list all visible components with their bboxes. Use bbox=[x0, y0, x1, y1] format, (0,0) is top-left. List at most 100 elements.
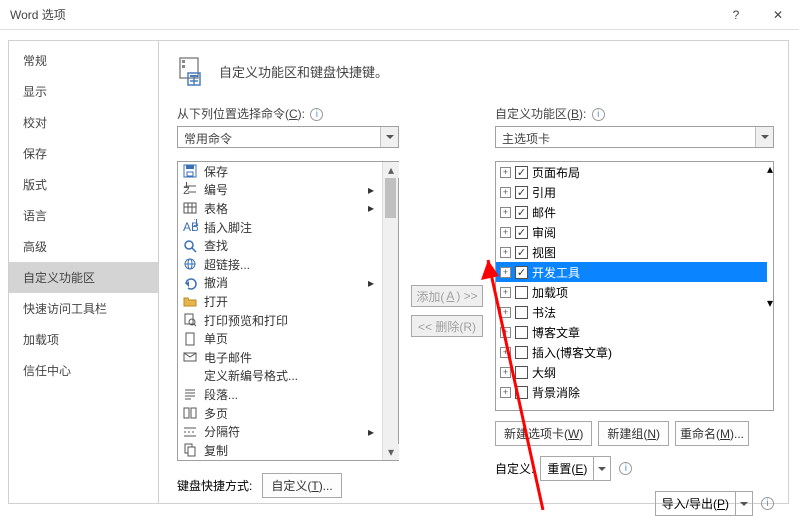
command-item[interactable]: 保存 bbox=[178, 162, 382, 181]
scroll-down-icon[interactable]: ▾ bbox=[383, 444, 399, 460]
import-export-button[interactable]: 导入/导出(P) bbox=[655, 491, 753, 516]
checkbox[interactable]: ✓ bbox=[515, 206, 528, 219]
expand-icon[interactable]: + bbox=[500, 367, 511, 378]
tree-item[interactable]: + ✓ 邮件 bbox=[496, 202, 767, 222]
keyboard-shortcuts-row: 键盘快捷方式: 自定义(T)... bbox=[177, 473, 399, 498]
tree-item[interactable]: +博客文章 bbox=[496, 322, 767, 342]
expand-icon[interactable]: + bbox=[500, 287, 511, 298]
tree-item-label: 邮件 bbox=[532, 204, 763, 221]
checkbox[interactable] bbox=[515, 366, 528, 379]
expand-icon[interactable]: + bbox=[500, 247, 511, 258]
help-icon[interactable]: i bbox=[310, 108, 323, 121]
expand-icon[interactable]: + bbox=[500, 167, 511, 178]
checkbox[interactable] bbox=[515, 306, 528, 319]
ribbon-tree[interactable]: +✓页面布局+✓引用+✓邮件+✓审阅+✓视图+✓开发工具+加载项+书法+博客文章… bbox=[495, 161, 774, 411]
checkbox[interactable]: ✓ bbox=[515, 226, 528, 239]
customize-shortcuts-button[interactable]: 自定义(T)... bbox=[262, 473, 341, 498]
scroll-up-icon[interactable]: ▴ bbox=[383, 162, 399, 178]
expand-icon[interactable]: + bbox=[500, 187, 511, 198]
command-item[interactable]: 电子邮件 bbox=[178, 348, 382, 367]
sidebar-item-layout[interactable]: 版式 bbox=[9, 169, 158, 200]
expand-icon[interactable]: + bbox=[500, 207, 511, 218]
tree-item[interactable]: +✓开发工具 bbox=[496, 262, 767, 282]
expand-icon[interactable]: + bbox=[500, 327, 511, 338]
sidebar-item-customize-ribbon[interactable]: 自定义功能区 bbox=[9, 262, 158, 293]
scroll-thumb[interactable] bbox=[385, 178, 396, 218]
expand-icon[interactable]: + bbox=[500, 347, 511, 358]
submenu-indicator-icon: ▸ bbox=[364, 425, 378, 439]
command-item[interactable]: 表格▸ bbox=[178, 199, 382, 218]
expand-icon[interactable]: + bbox=[500, 387, 511, 398]
help-icon[interactable]: i bbox=[592, 108, 605, 121]
tree-item[interactable]: +背景消除 bbox=[496, 382, 767, 402]
tree-items: +✓页面布局+✓引用+✓邮件+✓审阅+✓视图+✓开发工具+加载项+书法+博客文章… bbox=[496, 162, 767, 410]
sidebar-item-quick-access[interactable]: 快速访问工具栏 bbox=[9, 293, 158, 324]
checkbox[interactable] bbox=[515, 326, 528, 339]
customize-ribbon-combo[interactable]: 主选项卡 bbox=[495, 126, 774, 148]
command-item[interactable]: 格式刷 bbox=[178, 460, 382, 461]
command-item[interactable]: 定义新编号格式... bbox=[178, 367, 382, 386]
sidebar-item-general[interactable]: 常规 bbox=[9, 45, 158, 76]
command-item[interactable]: 查找 bbox=[178, 236, 382, 255]
tree-item[interactable]: +✓页面布局 bbox=[496, 162, 767, 182]
help-button[interactable]: ? bbox=[715, 0, 757, 30]
checkbox[interactable] bbox=[515, 386, 528, 399]
new-group-button[interactable]: 新建组(N) bbox=[598, 421, 669, 446]
tree-item[interactable]: +✓视图 bbox=[496, 242, 767, 262]
tree-item[interactable]: +大纲 bbox=[496, 362, 767, 382]
command-item[interactable]: AB1插入脚注 bbox=[178, 218, 382, 237]
command-item[interactable]: 复制 bbox=[178, 441, 382, 460]
rename-button[interactable]: 重命名(M)... bbox=[675, 421, 749, 446]
scroll-down-icon[interactable]: ▾ bbox=[767, 296, 773, 310]
command-item[interactable]: 段落... bbox=[178, 385, 382, 404]
scroll-thumb[interactable] bbox=[767, 176, 773, 296]
expand-icon[interactable]: + bbox=[500, 267, 511, 278]
checkbox[interactable] bbox=[515, 346, 528, 359]
tree-item[interactable]: +✓引用 bbox=[496, 182, 767, 202]
tree-item-label: 插入(博客文章) bbox=[532, 344, 763, 361]
tree-item[interactable]: +书法 bbox=[496, 302, 767, 322]
sidebar-item-advanced[interactable]: 高级 bbox=[9, 231, 158, 262]
tree-item[interactable]: + 插入(博客文章) bbox=[496, 342, 767, 362]
close-button[interactable]: ✕ bbox=[757, 0, 799, 30]
sidebar-item-language[interactable]: 语言 bbox=[9, 200, 158, 231]
command-item[interactable]: 超链接... bbox=[178, 255, 382, 274]
checkbox[interactable]: ✓ bbox=[515, 266, 528, 279]
tree-item[interactable]: +加载项 bbox=[496, 282, 767, 302]
command-item[interactable]: 多页 bbox=[178, 404, 382, 423]
sidebar-item-save[interactable]: 保存 bbox=[9, 138, 158, 169]
paragraph-icon bbox=[182, 386, 198, 402]
import-export-row: 导入/导出(P) i bbox=[495, 491, 774, 516]
checkbox[interactable]: ✓ bbox=[515, 186, 528, 199]
checkbox[interactable]: ✓ bbox=[515, 246, 528, 259]
commands-scrollbar[interactable]: ▴ ▾ bbox=[382, 162, 398, 460]
command-item[interactable]: 分隔符▸ bbox=[178, 422, 382, 441]
tree-scrollbar[interactable]: ▴ ▾ bbox=[767, 162, 773, 410]
command-item[interactable]: 撤消▸ bbox=[178, 274, 382, 293]
submenu-indicator-icon: ▸ bbox=[364, 201, 378, 215]
expand-icon[interactable]: + bbox=[500, 307, 511, 318]
sidebar-item-addins[interactable]: 加载项 bbox=[9, 324, 158, 355]
content-panel: 自定义功能区和键盘快捷键。 从下列位置选择命令(C): i 常用命令 保存12编… bbox=[158, 40, 789, 504]
choose-commands-combo[interactable]: 常用命令 bbox=[177, 126, 399, 148]
scroll-up-icon[interactable]: ▴ bbox=[767, 162, 773, 176]
command-item[interactable]: 打开 bbox=[178, 292, 382, 311]
help-icon[interactable]: i bbox=[619, 462, 632, 475]
checkbox[interactable] bbox=[515, 286, 528, 299]
command-item[interactable]: 打印预览和打印 bbox=[178, 311, 382, 330]
help-icon[interactable]: i bbox=[761, 497, 774, 510]
expand-icon[interactable]: + bbox=[500, 227, 511, 238]
sidebar-item-display[interactable]: 显示 bbox=[9, 76, 158, 107]
find-icon bbox=[182, 238, 198, 254]
command-item[interactable]: 单页 bbox=[178, 329, 382, 348]
commands-listbox[interactable]: 保存12编号▸表格▸AB1插入脚注查找超链接...撤消▸打开打印预览和打印单页电… bbox=[177, 161, 399, 461]
sidebar-item-trust-center[interactable]: 信任中心 bbox=[9, 355, 158, 386]
tree-item[interactable]: +✓审阅 bbox=[496, 222, 767, 242]
sidebar-item-proofing[interactable]: 校对 bbox=[9, 107, 158, 138]
command-label: 电子邮件 bbox=[204, 349, 364, 366]
reset-button[interactable]: 重置(E) bbox=[540, 456, 611, 481]
checkbox[interactable]: ✓ bbox=[515, 166, 528, 179]
new-tab-button[interactable]: 新建选项卡(W) bbox=[495, 421, 592, 446]
middle-column: 添加(A) >> << 删除(R) bbox=[411, 105, 483, 505]
command-item[interactable]: 12编号▸ bbox=[178, 181, 382, 200]
